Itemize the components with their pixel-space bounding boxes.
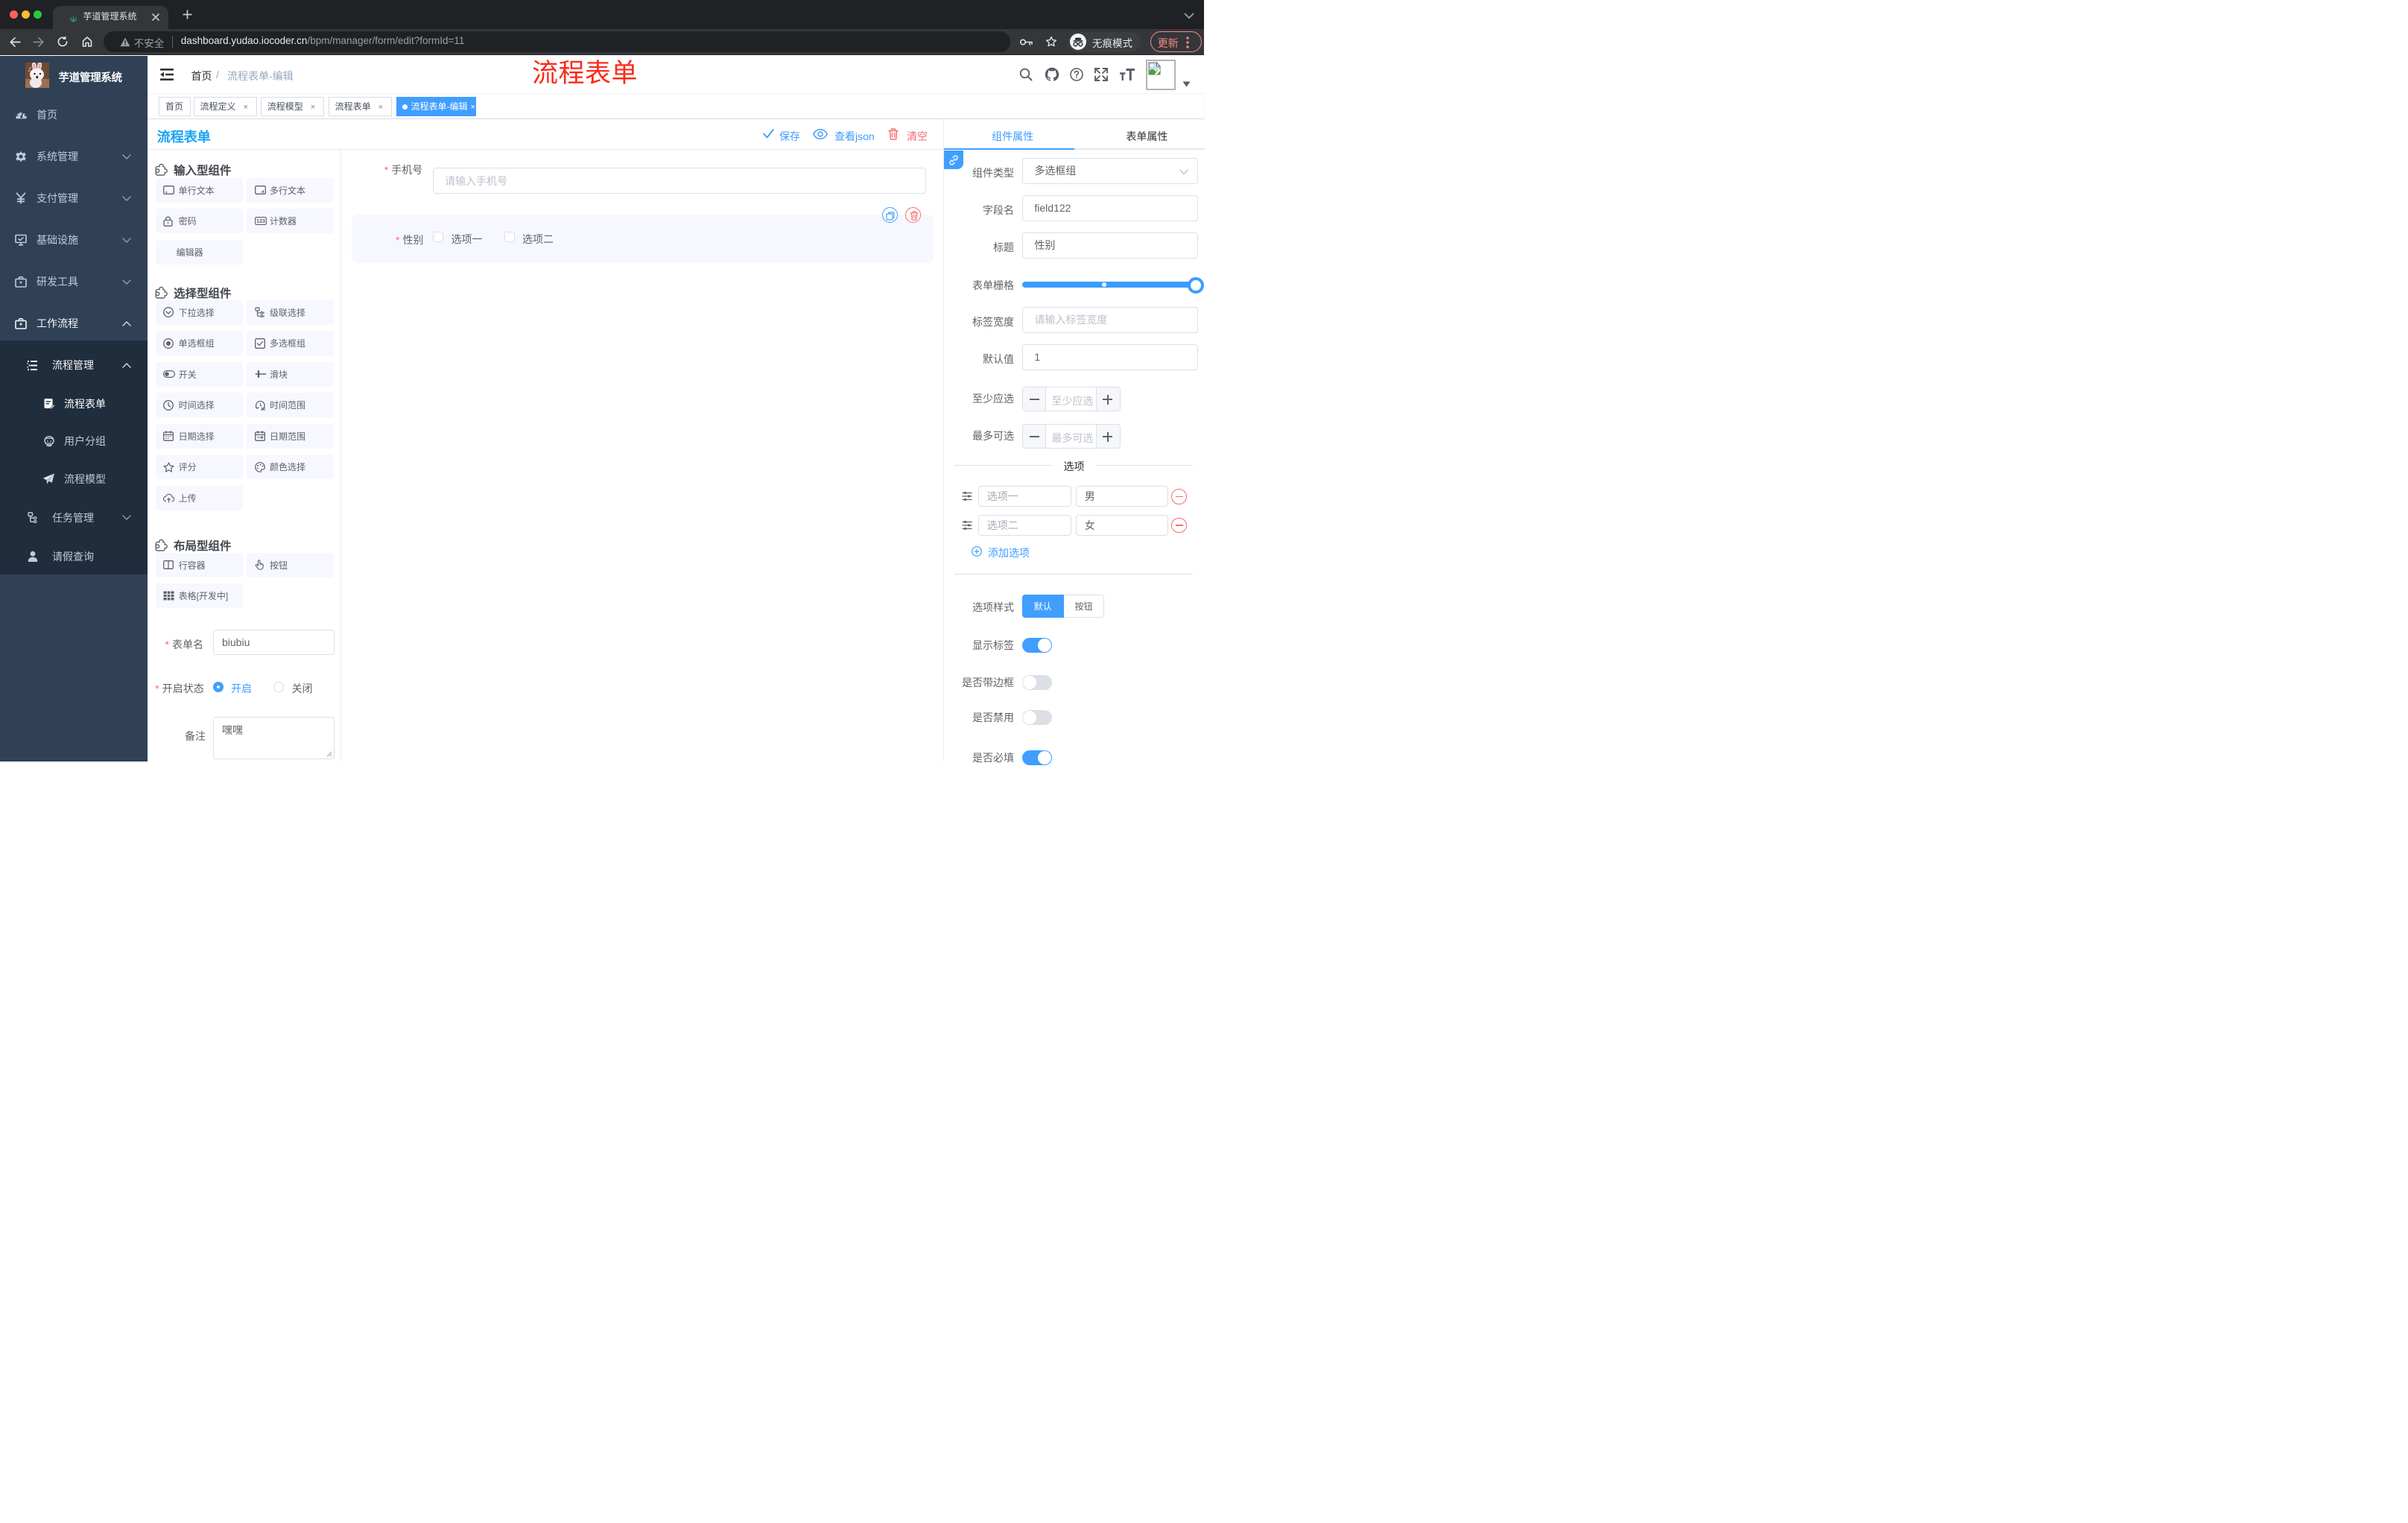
- svg-text:123: 123: [256, 220, 265, 225]
